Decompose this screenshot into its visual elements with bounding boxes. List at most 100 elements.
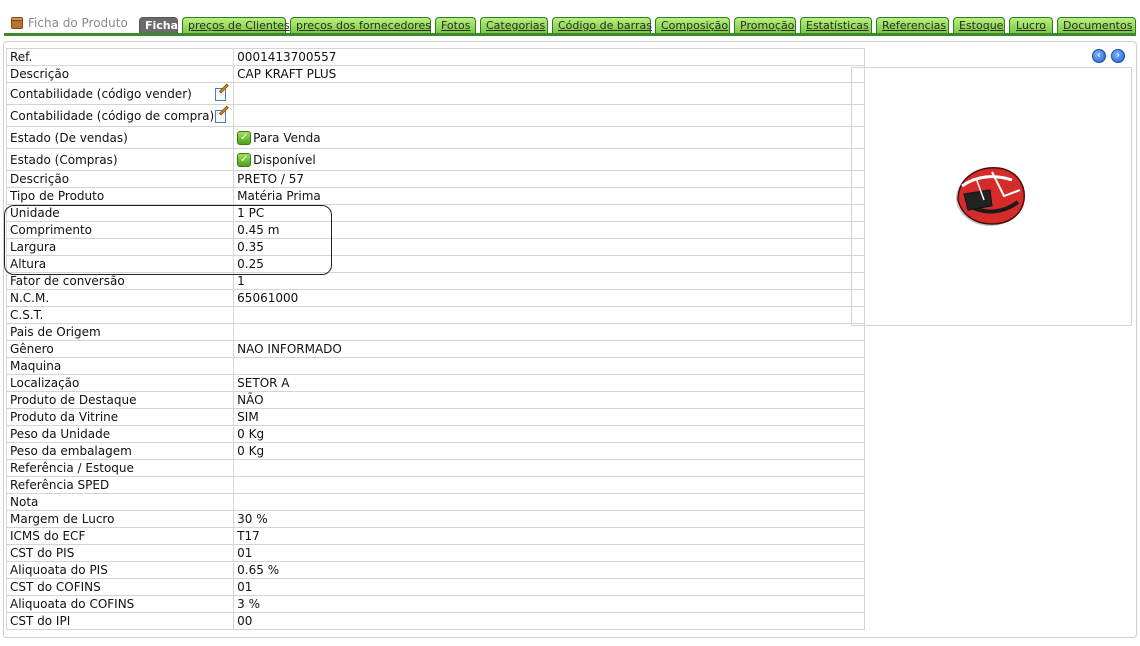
- row-value: [233, 306, 866, 324]
- row-label: Fator de conversão: [5, 272, 235, 290]
- row-value: CAP KRAFT PLUS: [233, 65, 866, 83]
- row-value: SIM: [233, 408, 866, 426]
- tab-referencias[interactable]: Referencias: [876, 17, 949, 33]
- table-row: Tipo de Produto Matéria Prima: [5, 187, 866, 205]
- row-label: Peso da embalagem: [5, 442, 235, 460]
- row-label: Contabilidade (código vender): [5, 82, 235, 105]
- tab-lucro[interactable]: Lucro: [1009, 17, 1053, 33]
- tab-baseline: [4, 33, 1136, 36]
- row-value: 1: [233, 272, 866, 290]
- row-label: Peso da Unidade: [5, 425, 235, 443]
- table-row: Produto da Vitrine SIM: [5, 408, 866, 426]
- row-label: Descrição: [5, 65, 235, 83]
- table-row: CST do IPI 00: [5, 612, 866, 630]
- row-value: 65061000: [233, 289, 866, 307]
- tab-composicao[interactable]: Composição: [655, 17, 730, 33]
- table-row: Peso da embalagem 0 Kg: [5, 442, 866, 460]
- contabilidade-compra-label: Contabilidade (código de compra): [10, 108, 215, 123]
- row-label: CST do IPI: [5, 612, 235, 630]
- table-row: Localização SETOR A: [5, 374, 866, 392]
- row-label: Gênero: [5, 340, 235, 358]
- table-row: Largura 0.35: [5, 238, 866, 256]
- row-value: 0 Kg: [233, 442, 866, 460]
- row-value: [233, 323, 866, 341]
- row-label: CST do PIS: [5, 544, 235, 562]
- row-label: Referência SPED: [5, 476, 235, 494]
- table-row: Descrição PRETO / 57: [5, 170, 866, 188]
- row-label: Produto de Destaque: [5, 391, 235, 409]
- tab-codigo-barras[interactable]: Código de barras: [552, 17, 652, 33]
- table-row: CST do COFINS 01: [5, 578, 866, 596]
- row-value: PRETO / 57: [233, 170, 866, 188]
- row-value: 0.65 %: [233, 561, 866, 579]
- row-value: ✓ Disponível: [233, 148, 866, 171]
- row-value: 0.45 m: [233, 221, 866, 239]
- row-label: CST do COFINS: [5, 578, 235, 596]
- row-label: ICMS do ECF: [5, 527, 235, 545]
- row-value: [233, 459, 866, 477]
- row-label: Estado (De vendas): [5, 126, 235, 149]
- table-row: Maquina: [5, 357, 866, 375]
- check-icon: ✓: [237, 153, 252, 167]
- row-value: [233, 82, 866, 105]
- product-image[interactable]: [932, 156, 1052, 236]
- estado-compras-value: Disponível: [253, 152, 316, 167]
- row-label: Maquina: [5, 357, 235, 375]
- row-value: 01: [233, 544, 866, 562]
- table-row: Estado (Compras) ✓ Disponível: [5, 148, 866, 171]
- row-value: 0001413700557: [233, 48, 866, 66]
- row-label: Unidade: [5, 204, 235, 222]
- table-row: Aliquoata do PIS 0.65 %: [5, 561, 866, 579]
- row-value: SETOR A: [233, 374, 866, 392]
- table-row: Pais de Origem: [5, 323, 866, 341]
- table-row: N.C.M. 65061000: [5, 289, 866, 307]
- row-value: NÃO: [233, 391, 866, 409]
- tab-promocao[interactable]: Promoção: [734, 17, 796, 33]
- tab-estatisticas[interactable]: Estatísticas: [800, 17, 872, 33]
- row-value: 00: [233, 612, 866, 630]
- edit-icon[interactable]: [214, 105, 230, 124]
- row-value: 30 %: [233, 510, 866, 528]
- tab-categorias[interactable]: Categorias: [480, 17, 548, 33]
- row-value: [233, 357, 866, 375]
- page-title-text: Ficha do Produto: [28, 16, 128, 30]
- arrow-right-icon[interactable]: ›: [1111, 49, 1125, 63]
- product-image-cell: [851, 67, 1132, 326]
- table-row: Altura 0.25: [5, 255, 866, 273]
- row-value: T17: [233, 527, 866, 545]
- row-label: N.C.M.: [5, 289, 235, 307]
- table-row: Peso da Unidade 0 Kg: [5, 425, 866, 443]
- product-details-table: Ref. 0001413700557 Descrição CAP KRAFT P…: [5, 48, 866, 630]
- row-value: 0 Kg: [233, 425, 866, 443]
- tab-estoque[interactable]: Estoque: [953, 17, 1005, 33]
- row-label: Altura: [5, 255, 235, 273]
- table-row: Margem de Lucro 30 %: [5, 510, 866, 528]
- table-row: Comprimento 0.45 m: [5, 221, 866, 239]
- row-value: [233, 476, 866, 494]
- row-label: Nota: [5, 493, 235, 511]
- edit-icon[interactable]: [214, 83, 230, 102]
- row-value: 1 PC: [233, 204, 866, 222]
- row-value: 0.35: [233, 238, 866, 256]
- arrow-left-icon[interactable]: ‹: [1092, 49, 1106, 63]
- tab-documentos[interactable]: Documentos: [1057, 17, 1136, 33]
- row-label: Descrição: [5, 170, 235, 188]
- row-label: Localização: [5, 374, 235, 392]
- row-label: Contabilidade (código de compra): [5, 104, 235, 127]
- tab-fotos[interactable]: Fotos: [435, 17, 476, 33]
- contabilidade-vender-label: Contabilidade (código vender): [10, 86, 192, 101]
- row-label: Margem de Lucro: [5, 510, 235, 528]
- table-row: C.S.T.: [5, 306, 866, 324]
- estado-vendas-value: Para Venda: [253, 130, 321, 145]
- row-value: Matéria Prima: [233, 187, 866, 205]
- tab-precos-clientes[interactable]: preços de Clientes: [182, 17, 290, 33]
- row-label: Largura: [5, 238, 235, 256]
- row-label: Aliquoata do COFINS: [5, 595, 235, 613]
- row-value: 3 %: [233, 595, 866, 613]
- check-icon: ✓: [237, 131, 252, 145]
- tab-precos-fornecedores[interactable]: preços dos fornecedores: [290, 17, 431, 33]
- tab-ficha[interactable]: Ficha: [139, 17, 178, 33]
- table-row: Nota: [5, 493, 866, 511]
- table-row: Contabilidade (código de compra): [5, 104, 866, 127]
- table-row: Ref. 0001413700557: [5, 48, 866, 66]
